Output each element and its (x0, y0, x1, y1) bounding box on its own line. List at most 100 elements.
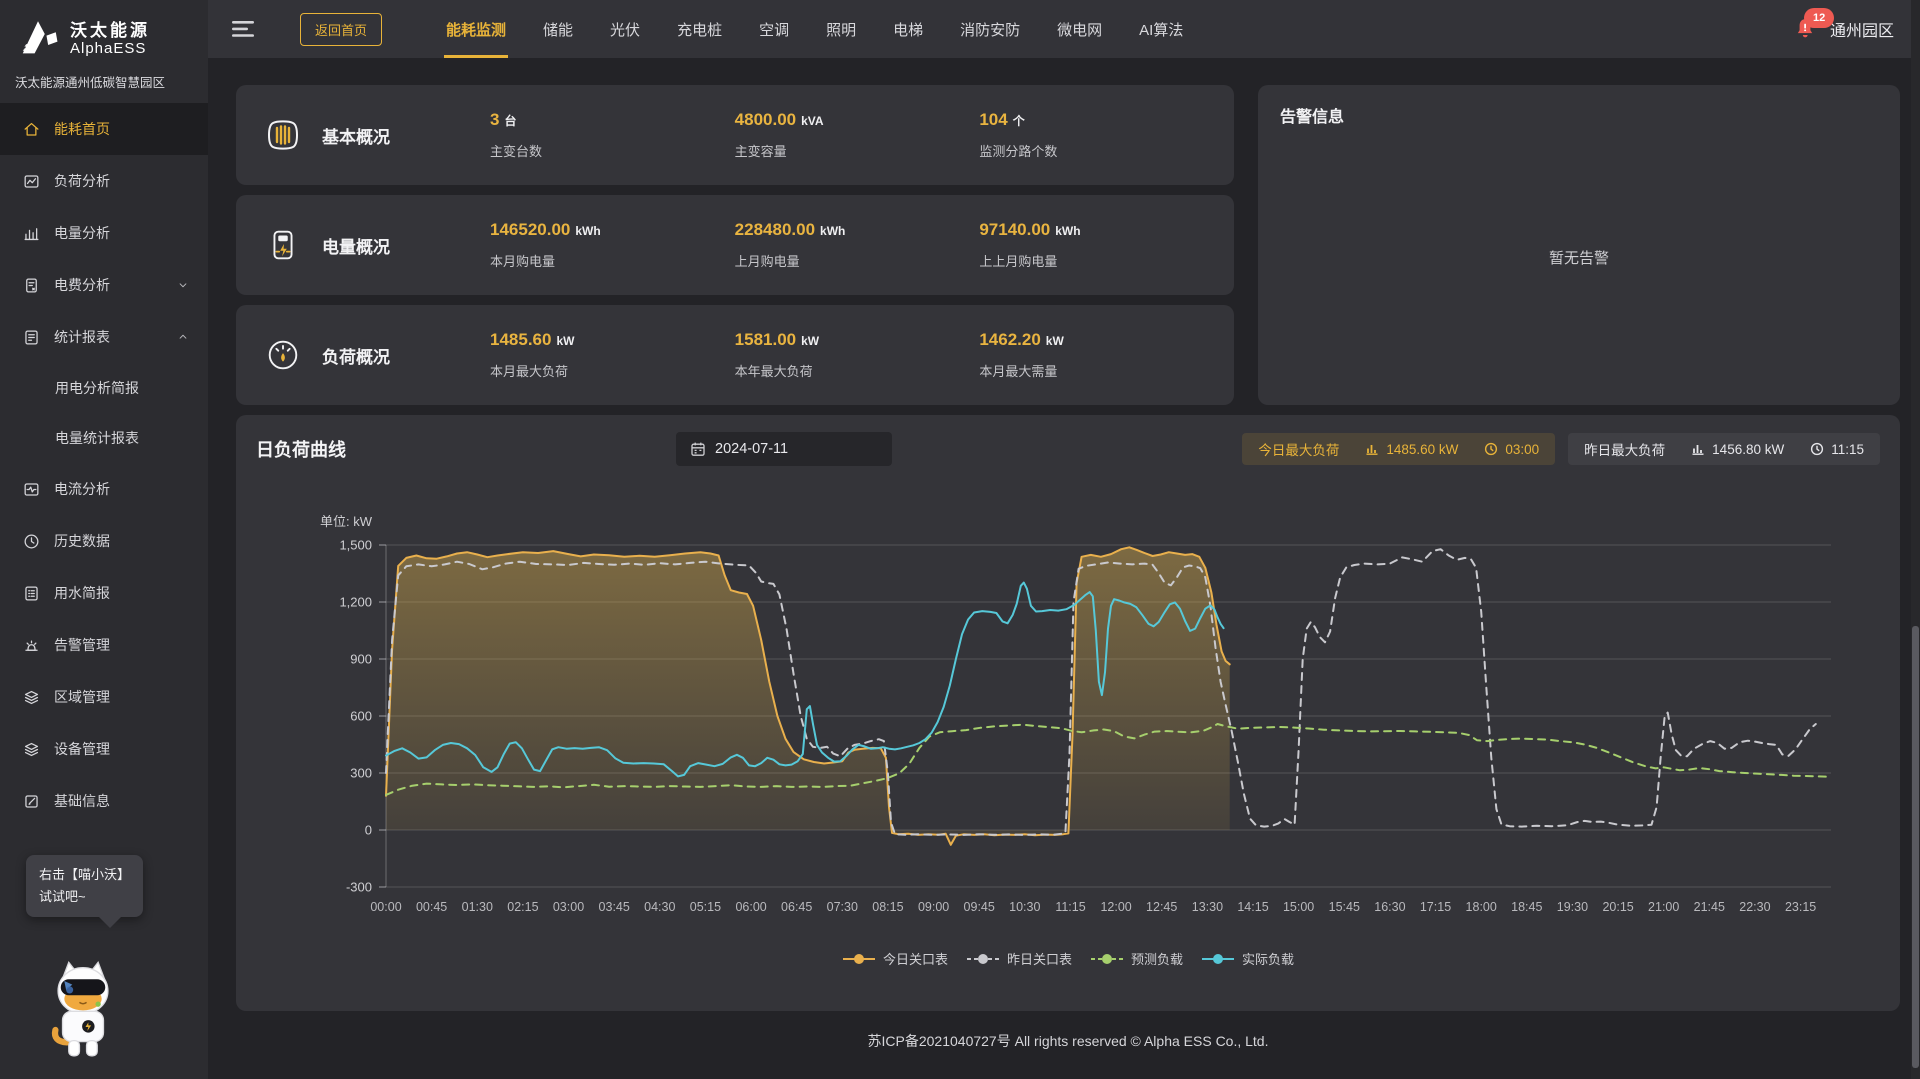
sidebar-item-label: 电流分析 (54, 479, 110, 499)
date-picker[interactable]: 2024-07-11 (676, 432, 892, 466)
metric-value: 97140.00 (979, 220, 1050, 240)
legend-label: 预测负载 (1131, 949, 1183, 968)
sidebar-item-water-brief[interactable]: 用水简报 (0, 567, 208, 619)
tab-pv[interactable]: 光伏 (608, 0, 642, 58)
tab-elevator[interactable]: 电梯 (891, 0, 925, 58)
x-tick-label: 00:00 (370, 900, 401, 914)
tab-charging-pile[interactable]: 充电桩 (675, 0, 724, 58)
sidebar-item-tariff-analysis[interactable]: 电费分析 (0, 259, 208, 311)
sidebar-item-area-management[interactable]: 区域管理 (0, 671, 208, 723)
page-scrollbar[interactable] (1911, 0, 1920, 1079)
tab-label: 消防安防 (960, 19, 1020, 40)
tab-storage[interactable]: 储能 (541, 0, 575, 58)
x-tick-label: 15:45 (1329, 900, 1360, 914)
x-tick-label: 18:45 (1511, 900, 1542, 914)
sidebar-item-label: 告警管理 (54, 635, 110, 655)
tab-fire-security[interactable]: 消防安防 (958, 0, 1022, 58)
today-max-time: 03:00 (1505, 442, 1539, 457)
brand-block: 沃太能源 AlphaESS (0, 0, 208, 66)
metric: 228480.00 kWh 上月购电量 (735, 220, 980, 270)
scrollbar-thumb[interactable] (1912, 626, 1919, 1068)
calendar-icon (690, 441, 706, 457)
metric-value: 104 (979, 110, 1007, 130)
tab-lighting[interactable]: 照明 (824, 0, 858, 58)
metric-label: 上月购电量 (735, 251, 980, 270)
sidebar-item-load-analysis[interactable]: 负荷分析 (0, 155, 208, 207)
chevron-down-icon (176, 278, 190, 292)
sidebar-item-device-management[interactable]: 设备管理 (0, 723, 208, 775)
metric-label: 本月购电量 (490, 251, 735, 270)
x-tick-label: 20:15 (1602, 900, 1633, 914)
tab-hvac[interactable]: 空调 (757, 0, 791, 58)
tab-microgrid[interactable]: 微电网 (1055, 0, 1104, 58)
sidebar-item-energy-home[interactable]: 能耗首页 (0, 103, 208, 155)
content: 基本概况 3 台 主变台数 (208, 58, 1920, 1079)
metric-label: 主变容量 (735, 141, 980, 160)
metric-label: 本年最大负荷 (735, 361, 980, 380)
metric: 1462.20 kW 本月最大需量 (979, 330, 1224, 380)
tab-label: 电梯 (893, 19, 923, 40)
y-tick-label: 900 (350, 652, 372, 667)
legend-label: 今日关口表 (883, 949, 948, 968)
x-tick-label: 13:30 (1192, 900, 1223, 914)
y-tick-label: 0 (365, 823, 372, 838)
metric-value: 1581.00 (735, 330, 796, 350)
sidebar-item-icon (22, 532, 41, 551)
energy-overview-card: 电量概况 146520.00 kWh 本月购电量 (236, 195, 1234, 295)
overview-cards: 基本概况 3 台 主变台数 (236, 85, 1234, 405)
x-tick-label: 06:45 (781, 900, 812, 914)
y-tick-label: 600 (350, 709, 372, 724)
sidebar-item-label: 电费分析 (54, 275, 110, 295)
card-title: 电量概况 (322, 233, 390, 258)
x-tick-label: 16:30 (1374, 900, 1405, 914)
metric-unit: kWh (1055, 224, 1080, 238)
x-tick-label: 14:15 (1237, 900, 1268, 914)
tab-energy-monitoring[interactable]: 能耗监测 (444, 0, 508, 58)
metric-unit: kWh (575, 224, 600, 238)
bar-chart-icon (1691, 442, 1705, 456)
tab-label: 光伏 (610, 19, 640, 40)
legend-item-actual-load[interactable]: 实际负载 (1201, 949, 1294, 968)
x-tick-label: 05:15 (690, 900, 721, 914)
alert-panel-title: 告警信息 (1280, 103, 1878, 127)
metric-unit: kW (556, 334, 574, 348)
sidebar-item-label: 区域管理 (54, 687, 110, 707)
daily-load-panel: 日负荷曲线 2024-07-11 今日最大负荷 (236, 415, 1900, 1011)
notification-bell-icon[interactable]: 12 (1792, 16, 1818, 42)
topbar: 返回首页 能耗监测 储能 光伏 充电桩 空调 照明 (208, 0, 1920, 58)
alert-empty-text: 暂无告警 (1549, 247, 1609, 268)
transformer-icon (262, 114, 304, 156)
yesterday-max-label: 昨日最大负荷 (1584, 439, 1665, 459)
unit-label: 单位: kW (320, 515, 373, 529)
sidebar-item-icon (22, 224, 41, 243)
mascot-cat-image[interactable] (42, 957, 124, 1067)
sidebar-item-basic-info[interactable]: 基础信息 (0, 775, 208, 827)
sidebar-item-energy-statistics-report[interactable]: 电量统计报表 (0, 413, 208, 463)
clock-icon (1484, 442, 1498, 456)
tab-ai-algorithm[interactable]: AI算法 (1137, 0, 1185, 58)
legend-item-forecast-load[interactable]: 预测负载 (1090, 949, 1183, 968)
metric-unit: kVA (801, 114, 823, 128)
legend-item-yesterday-gateway[interactable]: 昨日关口表 (966, 949, 1072, 968)
alert-panel: 告警信息 暂无告警 (1258, 85, 1900, 405)
metric-label: 本月最大负荷 (490, 361, 735, 380)
sidebar-item-current-analysis[interactable]: 电流分析 (0, 463, 208, 515)
gauge-icon (262, 334, 304, 376)
x-tick-label: 17:15 (1420, 900, 1451, 914)
sidebar-item-statistics-report[interactable]: 统计报表 (0, 311, 208, 363)
sidebar-item-alarm-management[interactable]: 告警管理 (0, 619, 208, 671)
sidebar-item-label: 用电分析简报 (55, 378, 139, 398)
legend-item-today-gateway[interactable]: 今日关口表 (842, 949, 948, 968)
park-subtitle: 沃太能源通州低碳智慧园区 (0, 66, 208, 103)
sidebar-item-power-analysis-brief[interactable]: 用电分析简报 (0, 363, 208, 413)
sidebar-item-energy-analysis[interactable]: 电量分析 (0, 207, 208, 259)
x-tick-label: 00:45 (416, 900, 447, 914)
x-tick-label: 07:30 (827, 900, 858, 914)
load-overview-card: 负荷概况 1485.60 kW 本月最大负荷 (236, 305, 1234, 405)
mascot-tooltip[interactable]: 右击【喵小沃】 试试吧~ (26, 855, 143, 917)
legend-marker-icon (1090, 953, 1124, 965)
sidebar-item-history-data[interactable]: 历史数据 (0, 515, 208, 567)
back-home-button[interactable]: 返回首页 (300, 13, 382, 46)
hamburger-menu-icon[interactable] (232, 20, 256, 38)
metric-value: 146520.00 (490, 220, 570, 240)
